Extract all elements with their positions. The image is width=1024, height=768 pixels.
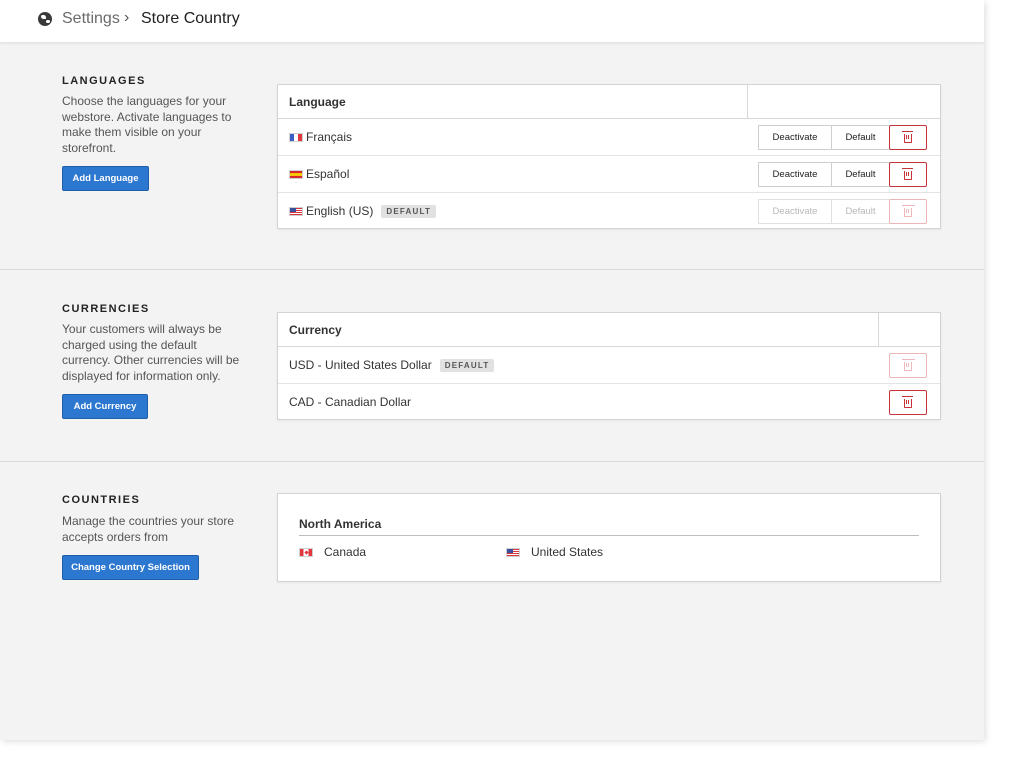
delete-button[interactable] — [889, 162, 927, 187]
flag-canada-icon — [299, 547, 313, 557]
delete-button[interactable] — [889, 390, 927, 415]
languages-section-title: LANGUAGES — [62, 75, 146, 87]
breadcrumb-settings-link[interactable]: Settings — [62, 10, 120, 28]
languages-table-header: Language — [278, 85, 940, 119]
page-title: Store Country — [141, 10, 240, 27]
languages-table: Language Français Deactivate Default Esp… — [277, 84, 941, 229]
currency-name: USD - United States Dollar DEFAULT — [289, 358, 495, 372]
column-divider — [878, 313, 879, 346]
currency-actions — [889, 390, 927, 415]
deactivate-button[interactable]: Deactivate — [758, 162, 832, 187]
breadcrumb: Settings › Store Country — [0, 0, 984, 42]
country-item: United States — [506, 545, 603, 559]
settings-app: Settings › Store Country LANGUAGES Choos… — [0, 0, 984, 740]
set-default-button: Default — [831, 199, 890, 224]
set-default-button[interactable]: Default — [831, 162, 890, 187]
currency-label: CAD - Canadian Dollar — [289, 395, 412, 409]
section-divider — [0, 461, 984, 462]
region-divider — [299, 535, 919, 536]
countries-section-description: Manage the countries your store accepts … — [62, 514, 235, 544]
default-badge: DEFAULT — [381, 204, 437, 218]
language-name: English (US) DEFAULT — [289, 204, 437, 218]
countries-section-title: COUNTRIES — [62, 494, 141, 506]
delete-button[interactable] — [889, 125, 927, 150]
chevron-right-icon: › — [124, 9, 130, 26]
language-actions: Deactivate Default — [758, 199, 927, 224]
language-label: Français — [306, 130, 353, 144]
language-row: Français Deactivate Default — [278, 119, 940, 156]
currencies-table-header: Currency — [278, 313, 940, 347]
currencies-section-title: CURRENCIES — [62, 303, 150, 315]
delete-button — [889, 199, 927, 224]
currency-name: CAD - Canadian Dollar — [289, 395, 411, 409]
country-item: Canada — [299, 545, 366, 559]
country-label: Canada — [324, 545, 367, 559]
language-label: English (US) — [306, 204, 374, 218]
language-row: English (US) DEFAULT Deactivate Default — [278, 193, 940, 230]
change-country-selection-button[interactable]: Change Country Selection — [62, 555, 199, 580]
language-actions: Deactivate Default — [758, 125, 927, 150]
trash-icon — [902, 359, 913, 371]
flag-usa-icon — [506, 547, 520, 557]
language-row: Español Deactivate Default — [278, 156, 940, 193]
countries-panel: North America Canada United States — [277, 493, 941, 582]
currency-row: CAD - Canadian Dollar — [278, 384, 940, 421]
flag-spain-icon — [289, 169, 303, 179]
default-badge: DEFAULT — [439, 358, 495, 372]
currency-actions — [889, 353, 927, 378]
currencies-section-description: Your customers will always be charged us… — [62, 322, 240, 383]
deactivate-button: Deactivate — [758, 199, 832, 224]
deactivate-button[interactable]: Deactivate — [758, 125, 832, 150]
flag-usa-icon — [289, 206, 303, 216]
language-name: Français — [289, 130, 352, 144]
language-column-header: Language — [289, 95, 346, 109]
language-name: Español — [289, 167, 349, 181]
add-language-button[interactable]: Add Language — [62, 166, 149, 191]
set-default-button[interactable]: Default — [831, 125, 890, 150]
column-divider — [747, 85, 748, 118]
region-title: North America — [299, 517, 382, 531]
trash-icon — [902, 168, 913, 180]
currency-label: USD - United States Dollar — [289, 358, 432, 372]
flag-france-icon — [289, 132, 303, 142]
trash-icon — [902, 396, 913, 408]
currency-column-header: Currency — [289, 323, 342, 337]
country-label: United States — [531, 545, 604, 559]
languages-section-description: Choose the languages for your webstore. … — [62, 94, 232, 155]
globe-icon — [38, 12, 52, 26]
trash-icon — [902, 205, 913, 217]
language-label: Español — [306, 167, 350, 181]
add-currency-button[interactable]: Add Currency — [62, 394, 148, 419]
currency-row: USD - United States Dollar DEFAULT — [278, 347, 940, 384]
currencies-table: Currency USD - United States Dollar DEFA… — [277, 312, 941, 420]
trash-icon — [902, 131, 913, 143]
section-divider — [0, 269, 984, 270]
language-actions: Deactivate Default — [758, 162, 927, 187]
delete-button — [889, 353, 927, 378]
